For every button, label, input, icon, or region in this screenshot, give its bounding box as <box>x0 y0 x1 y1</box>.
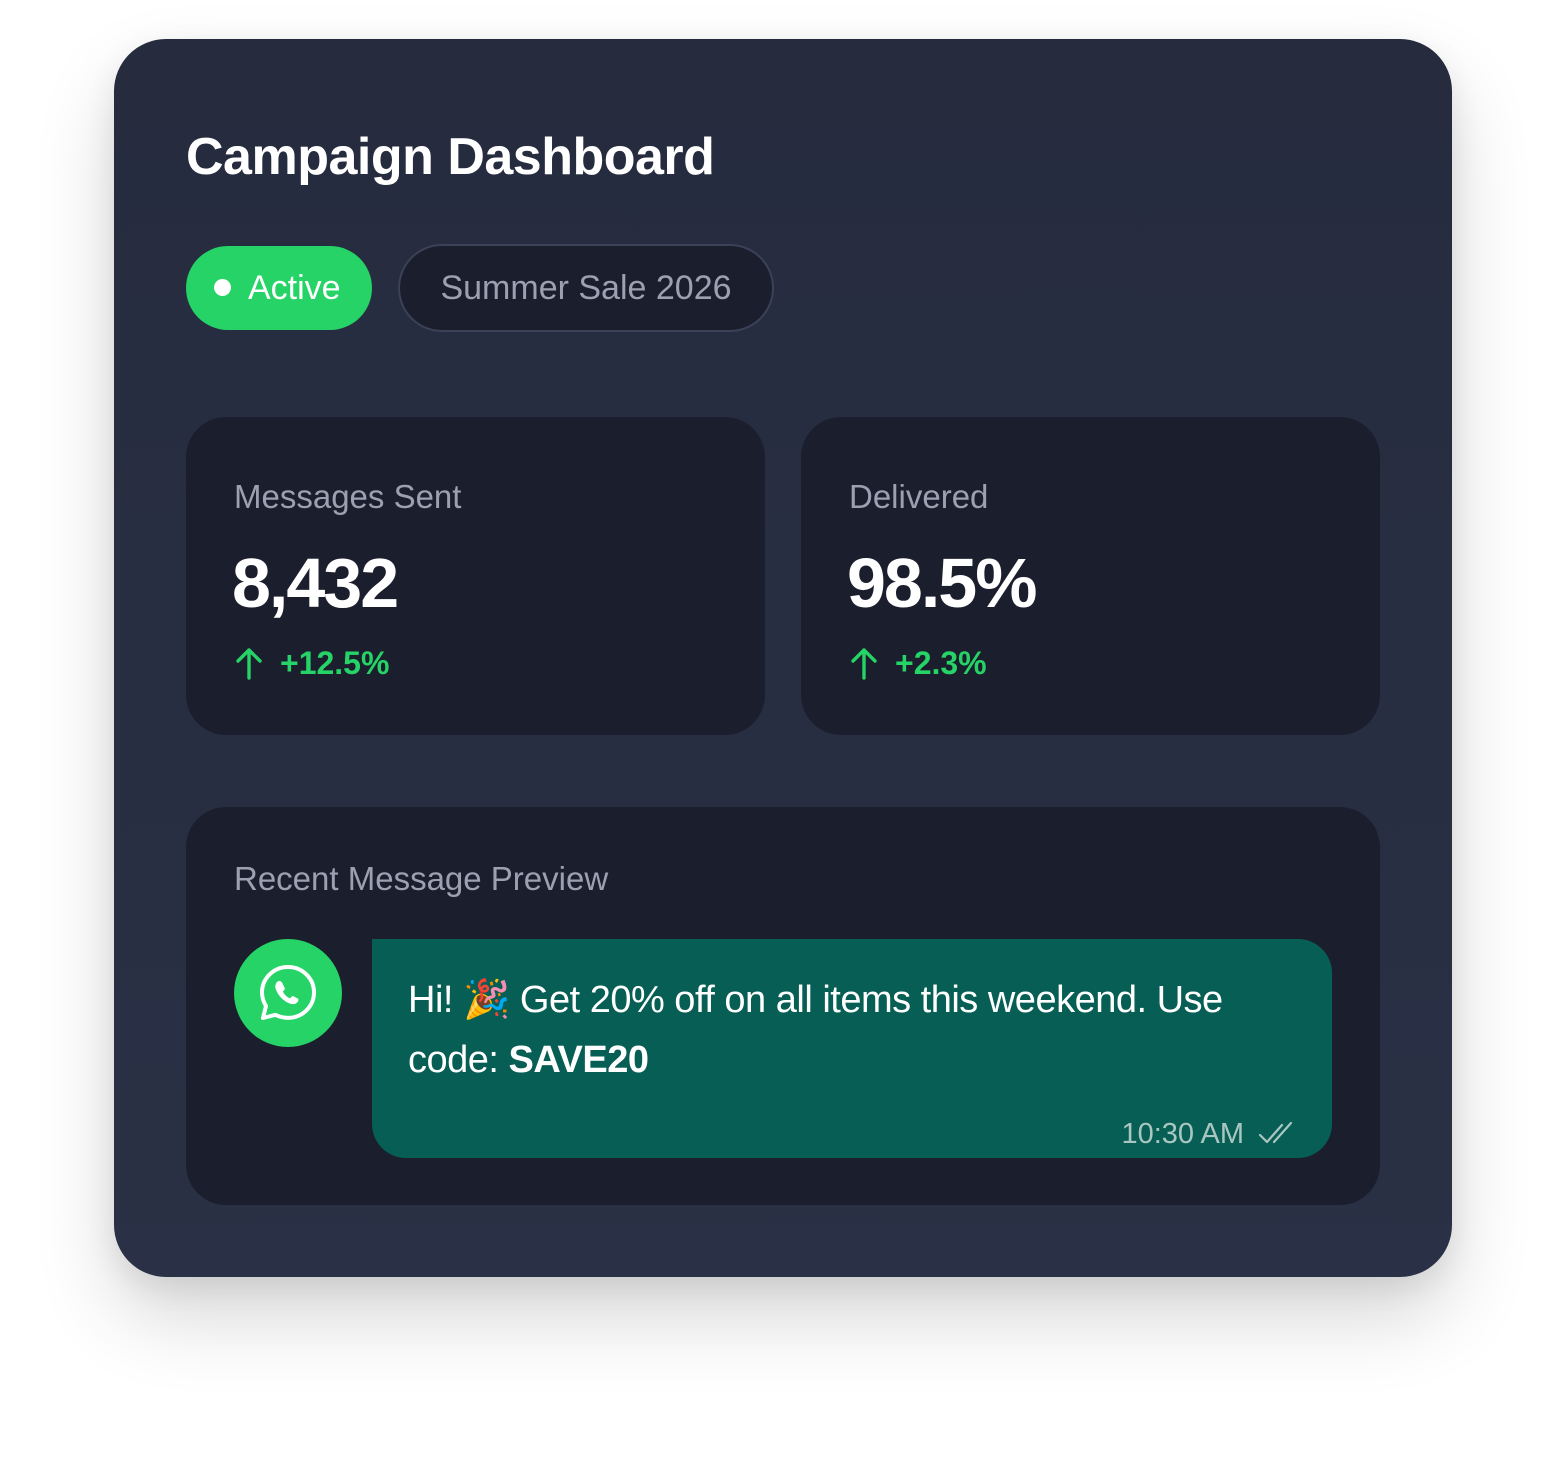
arrow-up-icon <box>851 648 877 680</box>
campaign-name-chip[interactable]: Summer Sale 2026 <box>398 244 774 332</box>
status-badge-active[interactable]: Active <box>186 246 372 330</box>
message-greeting: Hi! <box>408 979 463 1021</box>
promo-code: SAVE20 <box>508 1039 649 1081</box>
stat-change: +2.3% <box>849 643 987 683</box>
whatsapp-icon <box>234 939 342 1047</box>
stat-value: 98.5% <box>847 544 1037 622</box>
party-popper-emoji: 🎉 <box>463 977 510 1021</box>
arrow-up-icon <box>236 648 262 680</box>
campaign-dashboard-card: Campaign Dashboard Active Summer Sale 20… <box>114 39 1452 1277</box>
stat-change: +12.5% <box>234 643 389 683</box>
message-text: Hi! 🎉 Get 20% off on all items this week… <box>408 969 1308 1090</box>
stat-value: 8,432 <box>232 544 399 622</box>
stat-change-value: +2.3% <box>895 644 987 681</box>
status-dot-icon <box>214 279 231 296</box>
stat-change-value: +12.5% <box>280 644 390 681</box>
double-check-icon <box>1258 1121 1293 1144</box>
stat-card-delivered: Delivered 98.5% +2.3% <box>801 417 1380 735</box>
status-label: Active <box>248 269 341 307</box>
message-bubble: Hi! 🎉 Get 20% off on all items this week… <box>372 939 1332 1158</box>
stat-label: Messages Sent <box>234 478 462 515</box>
recent-message-preview: Recent Message Preview Hi! 🎉 Get 20% off… <box>186 807 1380 1205</box>
message-timestamp: 10:30 AM <box>1121 1118 1244 1150</box>
stat-label: Delivered <box>849 478 989 515</box>
preview-label: Recent Message Preview <box>234 860 609 897</box>
stat-card-messages-sent: Messages Sent 8,432 +12.5% <box>186 417 765 735</box>
message-meta: 10:30 AM <box>1121 1114 1298 1154</box>
page-title: Campaign Dashboard <box>186 128 715 186</box>
